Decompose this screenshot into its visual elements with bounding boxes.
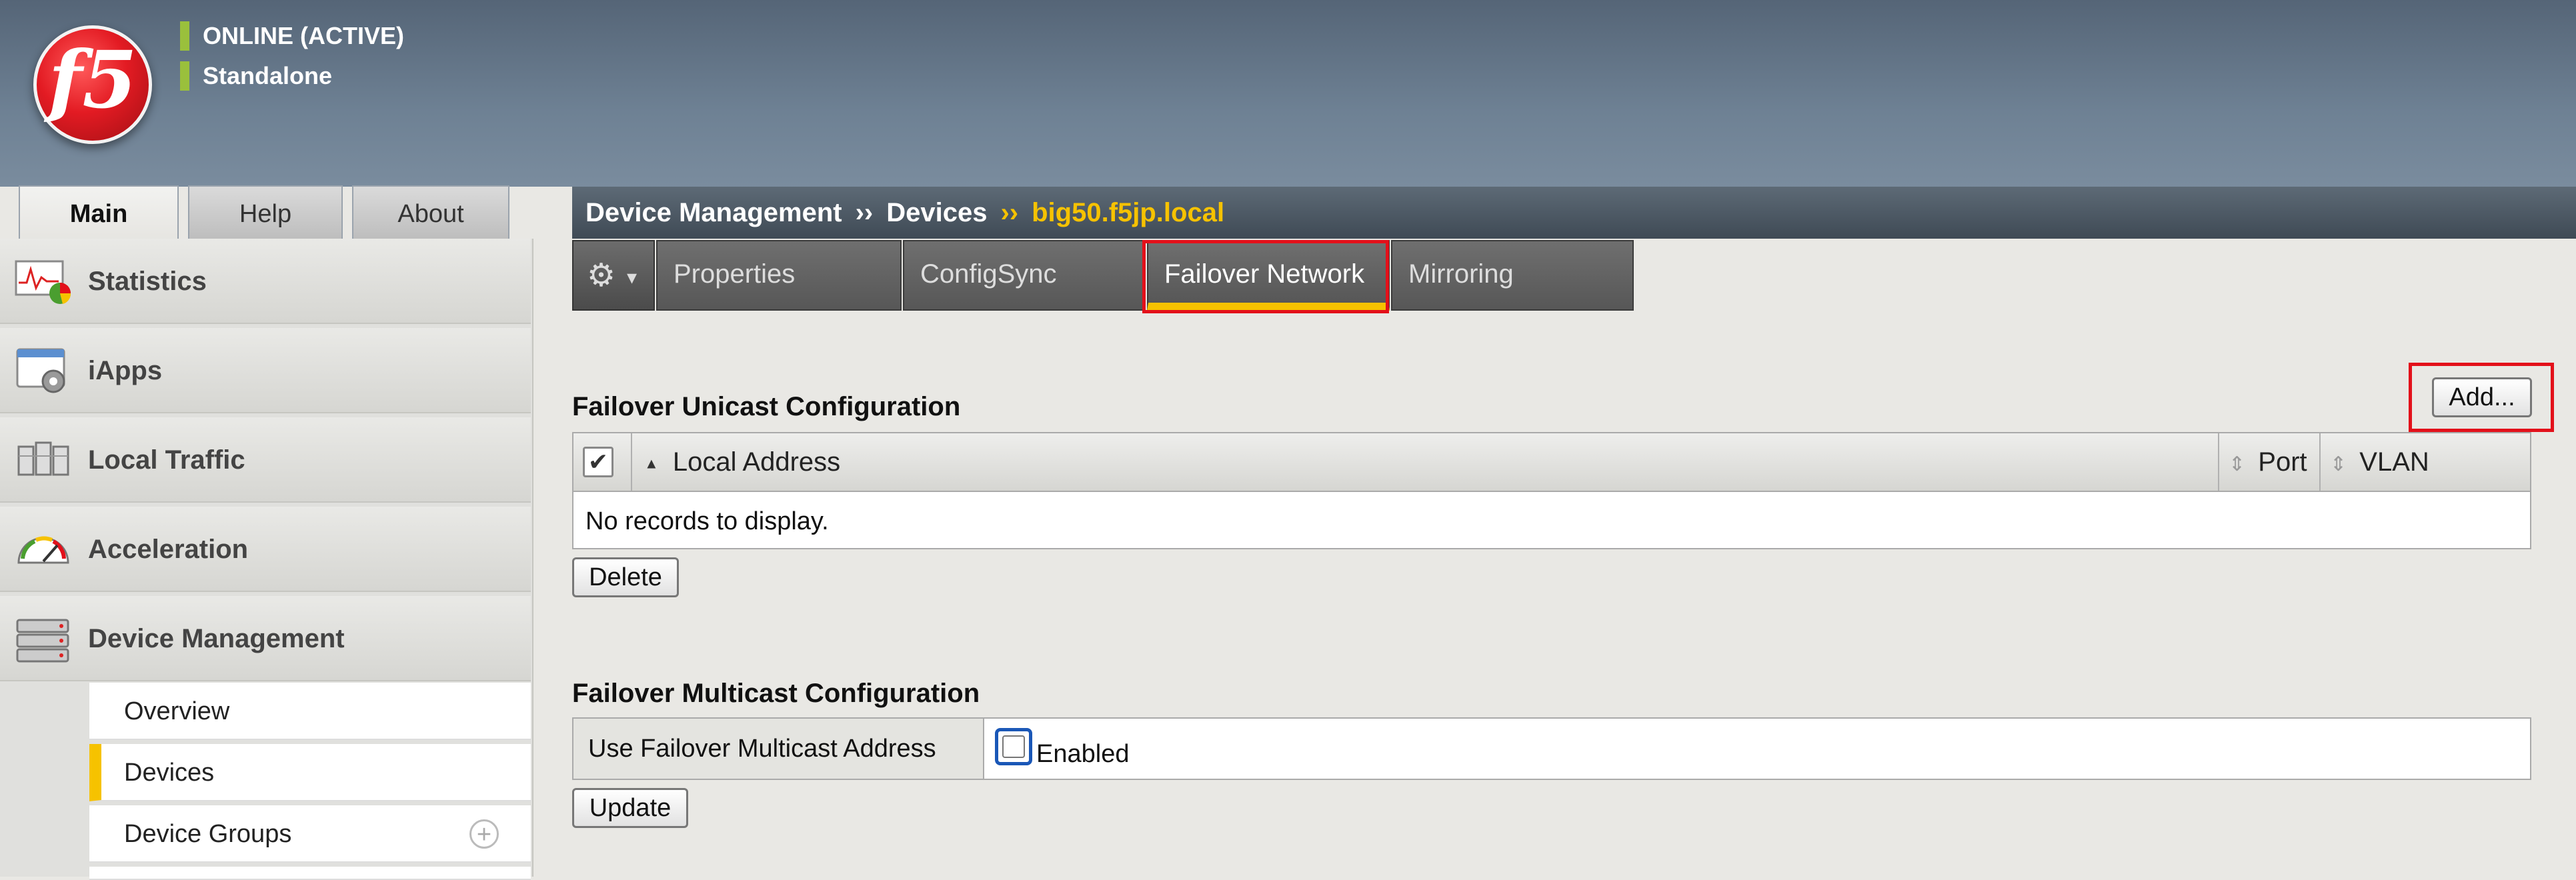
iapps-window-icon — [16, 348, 65, 393]
unicast-section-title: Failover Unicast Configuration — [572, 392, 961, 421]
tab-configsync[interactable]: ConfigSync — [903, 240, 1146, 311]
breadcrumb: Device Management ›› Devices ›› big50.f5jp.l… — [572, 187, 2576, 239]
sidebar-item-iapps[interactable]: iApps — [0, 328, 531, 413]
chevron-down-icon: ▾ — [627, 267, 637, 289]
add-button[interactable]: Add... — [2432, 377, 2532, 417]
local-traffic-servers-icon — [17, 441, 69, 476]
sidebar-item-statistics[interactable]: Statistics — [0, 239, 531, 324]
tab-mirroring[interactable]: Mirroring — [1391, 240, 1634, 311]
column-label: VLAN — [2359, 447, 2429, 477]
add-circle-icon[interactable]: + — [469, 819, 499, 849]
tab-about[interactable]: About — [352, 185, 509, 240]
column-local-address[interactable]: ▲ Local Address — [632, 433, 2219, 491]
empty-table-message: No records to display. — [585, 507, 829, 535]
tab-main[interactable]: Main — [19, 185, 179, 240]
column-vlan[interactable]: ⇕ VLAN — [2321, 433, 2530, 491]
status-online: ONLINE (ACTIVE) — [180, 21, 404, 51]
sort-ascending-icon: ▲ — [644, 455, 659, 472]
subnav-item-partial — [89, 867, 531, 880]
subnav-item-device-groups[interactable]: Device Groups + — [89, 805, 531, 863]
statistics-chart-icon — [15, 260, 71, 304]
tab-properties[interactable]: Properties — [656, 240, 902, 311]
tab-help[interactable]: Help — [188, 185, 343, 240]
breadcrumb-devices[interactable]: Devices — [886, 198, 987, 227]
column-label: Port — [2258, 447, 2307, 477]
sidebar-item-label: Statistics — [88, 267, 207, 296]
table-header: ✔ ▲ Local Address ⇕ Port ⇕ VLAN — [573, 433, 2530, 492]
gear-menu-button[interactable]: ⚙ ▾ — [572, 240, 655, 311]
sidebar-item-label: Local Traffic — [88, 445, 245, 475]
unicast-table: ✔ ▲ Local Address ⇕ Port ⇕ VLAN No recor… — [572, 432, 2531, 549]
logo-text: f5 — [48, 33, 137, 126]
multicast-enabled-checkbox[interactable] — [995, 728, 1032, 765]
select-all-checkbox[interactable]: ✔ — [583, 447, 613, 477]
multicast-section-title: Failover Multicast Configuration — [572, 679, 980, 708]
subnav-label: Devices — [124, 759, 215, 787]
breadcrumb-device-management[interactable]: Device Management — [585, 198, 842, 227]
f5-logo: f5 — [33, 25, 152, 144]
delete-button[interactable]: Delete — [572, 557, 679, 597]
sidebar-item-acceleration[interactable]: Acceleration — [0, 507, 531, 592]
sidebar-item-label: Acceleration — [88, 535, 249, 564]
breadcrumb-current: big50.f5jp.local — [1032, 198, 1225, 227]
breadcrumb-separator: ›› — [855, 198, 874, 227]
device-stack-icon — [16, 619, 69, 663]
column-port[interactable]: ⇕ Port — [2219, 433, 2321, 491]
breadcrumb-separator: ›› — [1000, 198, 1019, 227]
update-button[interactable]: Update — [572, 788, 688, 828]
subnav-item-devices[interactable]: Devices — [89, 744, 531, 801]
sidebar-item-local-traffic[interactable]: Local Traffic — [0, 417, 531, 503]
status-mode: Standalone — [180, 61, 332, 91]
header-select-cell: ✔ — [573, 433, 632, 491]
multicast-enabled-label: Enabled — [1036, 740, 1130, 768]
subnav-label: Overview — [124, 697, 230, 725]
highlight-failover-tab — [1142, 240, 1389, 313]
subnav-item-overview[interactable]: Overview — [89, 683, 531, 740]
column-label: Local Address — [672, 447, 841, 477]
multicast-address-label: Use Failover Multicast Address — [573, 719, 984, 779]
sort-icon: ⇕ — [2330, 453, 2347, 475]
sidebar: Statistics iApps Local Traffic Accelerat… — [0, 239, 533, 880]
multicast-row: Use Failover Multicast Address Enabled — [572, 717, 2531, 780]
sidebar-item-device-management[interactable]: Device Management — [0, 596, 531, 681]
sidebar-item-label: Device Management — [88, 624, 345, 653]
sidebar-item-label: iApps — [88, 356, 163, 385]
gear-icon: ⚙ — [587, 258, 616, 293]
speedometer-icon — [17, 536, 69, 564]
sort-icon: ⇕ — [2229, 453, 2246, 475]
subnav-label: Device Groups — [124, 820, 292, 848]
